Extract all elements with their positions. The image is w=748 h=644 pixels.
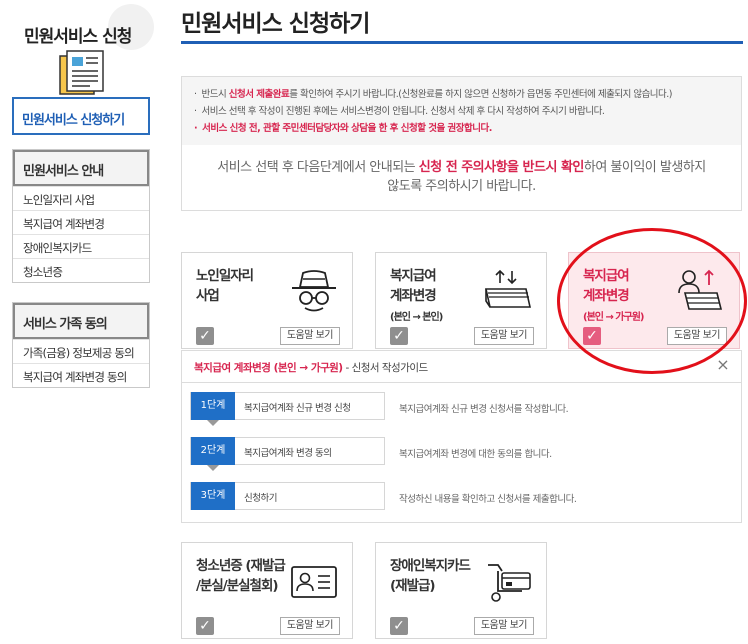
step-label: 신청하기	[244, 493, 277, 504]
welfare-card-icon	[488, 564, 531, 602]
guide-panel: 복지급여 계좌변경 (본인 → 가구원) - 신청서 작성가이드 × 1단계 복…	[181, 350, 742, 523]
checkbox[interactable]: ✓	[390, 617, 408, 635]
sidebar-item-family-consent[interactable]: 가족(금융) 정보제공 동의	[13, 339, 149, 363]
step-badge: 3단계	[191, 482, 235, 510]
help-button[interactable]: 도움말 보기	[279, 327, 340, 345]
service-card-welfare-card[interactable]: 장애인복지카드 (재발급) ✓ 도움말 보기	[375, 542, 547, 639]
account-transfer-icon	[485, 269, 531, 308]
help-button[interactable]: 도움말 보기	[473, 617, 534, 635]
step-desc: 복지급여계좌 변경에 대한 동의를 합니다.	[399, 449, 552, 460]
service-card-account-family[interactable]: 복지급여 계좌변경 (본인 → 가구원) ✓ 도움말 보기	[568, 252, 740, 349]
title-divider	[181, 41, 743, 44]
notice-box: · 반드시 신청서 제출완료를 확인하여 주시기 바랍니다.(신청완료를 하지 않…	[181, 76, 742, 211]
help-button[interactable]: 도움말 보기	[666, 327, 727, 345]
notice-line: · 서비스 선택 후 작성이 진행된 후에는 서비스변경이 안됩니다. 신청서 삭…	[194, 106, 605, 117]
step-label: 복지급여계좌 신규 변경 신청	[244, 403, 351, 414]
guide-divider	[182, 382, 741, 383]
service-card-youth-card[interactable]: 청소년증 (재발급/분실/분실철회) ✓ 도움말 보기	[181, 542, 353, 639]
chevron-down-icon	[207, 420, 219, 426]
sidebar-item-account-consent[interactable]: 복지급여 계좌변경 동의	[13, 363, 149, 387]
sidebar-item-youth-card[interactable]: 청소년증	[13, 258, 149, 282]
step-3: 3단계 신청하기	[190, 482, 385, 510]
checkbox[interactable]: ✓	[196, 617, 214, 635]
hat-glasses-icon	[292, 270, 336, 312]
help-button[interactable]: 도움말 보기	[473, 327, 534, 345]
sidebar-group-head[interactable]: 민원서비스 안내	[13, 150, 149, 186]
notice-line: · 서비스 신청 전, 관할 주민센터담당자와 상담을 한 후 신청할 것을 권장…	[194, 123, 492, 134]
sidebar-group-guide: 민원서비스 안내 노인일자리 사업 복지급여 계좌변경 장애인복지카드 청소년증	[12, 149, 150, 283]
sidebar-group-family: 서비스 가족 동의 가족(금융) 정보제공 동의 복지급여 계좌변경 동의	[12, 302, 150, 388]
checkbox[interactable]: ✓	[390, 327, 408, 345]
sidebar-title: 민원서비스 신청	[24, 27, 132, 47]
document-icon	[59, 50, 104, 95]
sidebar-item-apply[interactable]: 민원서비스 신청하기	[12, 97, 150, 135]
sidebar-group-head[interactable]: 서비스 가족 동의	[13, 303, 149, 339]
chevron-down-icon	[207, 465, 219, 471]
sidebar-item-account-change[interactable]: 복지급여 계좌변경	[13, 210, 149, 234]
sidebar-item-senior-jobs[interactable]: 노인일자리 사업	[13, 186, 149, 210]
notice-list: · 반드시 신청서 제출완료를 확인하여 주시기 바랍니다.(신청완료를 하지 않…	[182, 77, 741, 145]
guide-title: 복지급여 계좌변경 (본인 → 가구원) - 신청서 작성가이드	[194, 362, 428, 374]
service-card-senior-jobs[interactable]: 노인일자리 사업 ✓ 도움말 보기	[181, 252, 353, 349]
step-label: 복지급여계좌 변경 동의	[244, 448, 332, 459]
id-card-icon	[291, 566, 337, 598]
sidebar-item-disability-card[interactable]: 장애인복지카드	[13, 234, 149, 258]
step-badge: 2단계	[191, 437, 235, 465]
notice-line: · 반드시 신청서 제출완료를 확인하여 주시기 바랍니다.(신청완료를 하지 않…	[194, 89, 673, 100]
service-card-account-self[interactable]: 복지급여 계좌변경 (본인 → 본인) ✓ 도움말 보기	[375, 252, 547, 349]
step-1: 1단계 복지급여계좌 신규 변경 신청	[190, 392, 385, 426]
step-badge: 1단계	[191, 392, 235, 420]
step-desc: 복지급여계좌 신규 변경 신청서를 작성합니다.	[399, 404, 569, 415]
close-icon[interactable]: ×	[715, 357, 731, 373]
family-transfer-icon	[678, 269, 723, 310]
help-button[interactable]: 도움말 보기	[279, 617, 340, 635]
step-2: 2단계 복지급여계좌 변경 동의	[190, 437, 385, 471]
page-title: 민원서비스 신청하기	[181, 11, 370, 37]
step-desc: 작성하신 내용을 확인하고 신청서를 제출합니다.	[399, 494, 577, 505]
checkbox-checked[interactable]: ✓	[583, 327, 601, 345]
checkbox[interactable]: ✓	[196, 327, 214, 345]
notice-message: 서비스 선택 후 다음단계에서 안내되는 신청 전 주의사항을 반드시 확인하여…	[217, 160, 706, 194]
